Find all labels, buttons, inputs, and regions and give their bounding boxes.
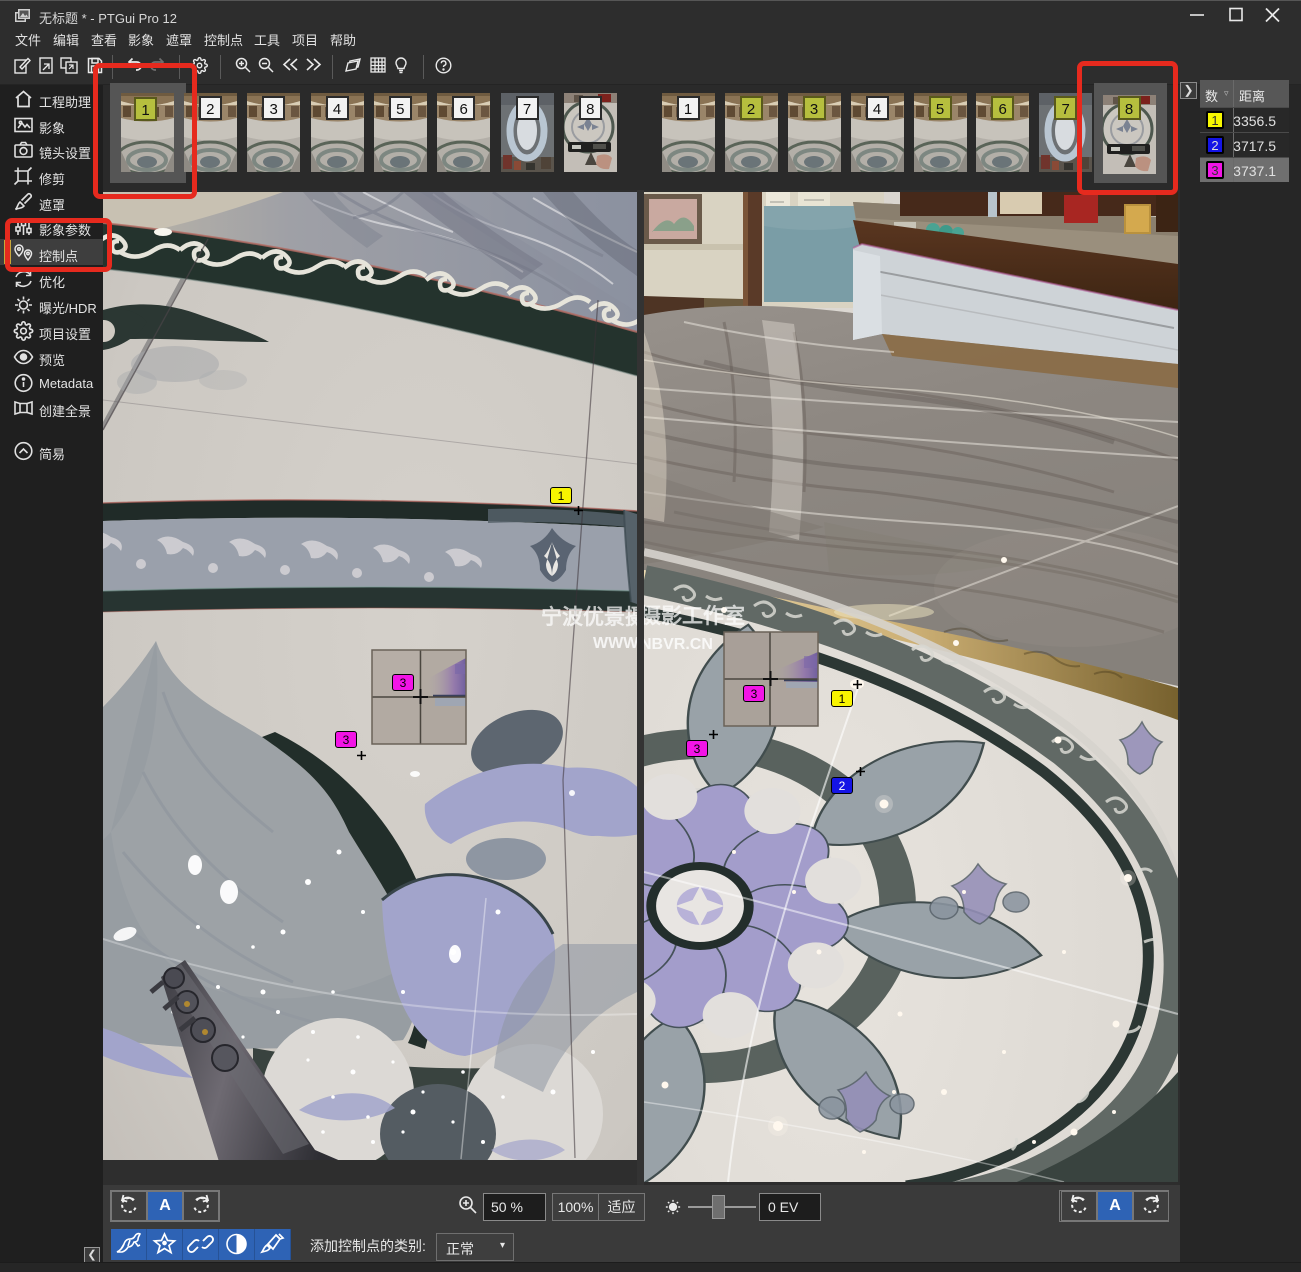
- svg-text:WWW.: WWW.: [593, 635, 637, 652]
- svg-text:宁波优景摄: 宁波优景摄: [541, 605, 637, 629]
- svg-text:摄影工作室: 摄影工作室: [644, 604, 745, 628]
- svg-text:NBVR.CN: NBVR.CN: [644, 636, 713, 653]
